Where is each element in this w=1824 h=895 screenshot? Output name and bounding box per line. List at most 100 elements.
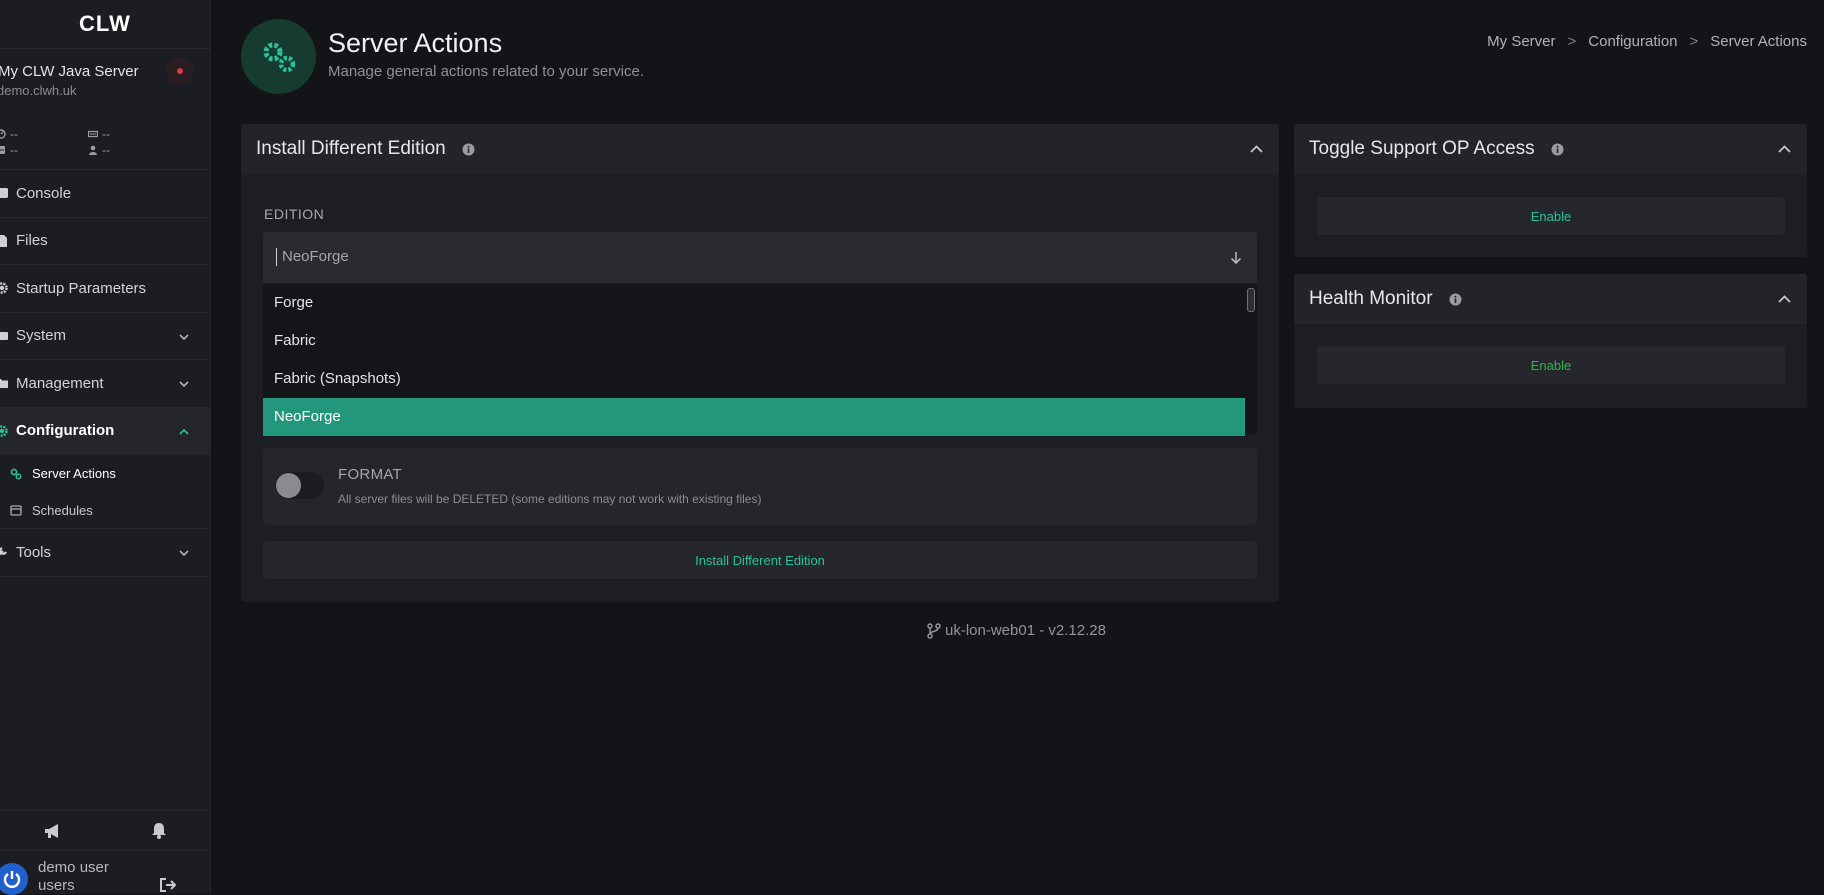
sidebar-item-files[interactable]: Files — [0, 218, 210, 265]
breadcrumb-item: Server Actions — [1710, 33, 1807, 50]
edition-option-neoforge[interactable]: NeoForge — [263, 398, 1245, 436]
gauge-icon — [0, 129, 6, 139]
chevron-up-icon[interactable] — [1778, 293, 1791, 306]
sidebar-footer-icons — [0, 811, 211, 851]
format-option: FORMAT All server files will be DELETED … — [263, 448, 1257, 525]
wrench-icon — [0, 546, 8, 558]
health-monitor-card: Health Monitor Enable — [1294, 274, 1807, 408]
version-text: uk-lon-web01 - v2.12.28 — [945, 622, 1106, 639]
file-icon — [0, 234, 8, 247]
format-description: All server files will be DELETED (some e… — [338, 492, 762, 506]
card-title: Install Different Edition — [256, 138, 446, 159]
memory-stat: -- — [88, 127, 184, 141]
sidebar-item-startup-parameters[interactable]: Startup Parameters — [0, 265, 210, 313]
server-host: demo.clwh.uk — [0, 83, 77, 98]
card-header[interactable]: Install Different Edition — [241, 124, 1279, 174]
avatar[interactable] — [0, 863, 28, 895]
sidebar-item-label: Configuration — [16, 422, 115, 440]
git-branch-icon — [927, 622, 941, 639]
power-icon — [3, 871, 21, 888]
server-status-indicator — [166, 57, 194, 85]
page-subtitle: Manage general actions related to your s… — [328, 63, 645, 80]
card-header[interactable]: Health Monitor — [1294, 274, 1807, 324]
gears-icon — [263, 42, 295, 72]
sidebar-item-label: System — [16, 327, 67, 345]
cpu-value: -- — [10, 127, 18, 141]
sidebar: CLW My CLW Java Server demo.clwh.uk -- -… — [0, 0, 211, 895]
edition-dropdown: Forge Fabric Fabric (Snapshots) NeoForge — [263, 284, 1257, 436]
enable-health-monitor-button[interactable]: Enable — [1317, 346, 1785, 384]
format-title: FORMAT — [338, 466, 403, 483]
sidebar-subitem-label: Schedules — [32, 502, 93, 518]
enable-support-op-button[interactable]: Enable — [1317, 197, 1785, 235]
user-name-line: demo user — [38, 859, 109, 876]
page-icon — [241, 19, 316, 94]
server-stats: -- -- -- -- — [0, 111, 210, 170]
edition-option-fabric-snapshots[interactable]: Fabric (Snapshots) — [263, 360, 1245, 398]
players-value: -- — [102, 143, 110, 157]
sidebar-item-label: Management — [16, 374, 104, 392]
info-icon[interactable] — [1449, 293, 1462, 306]
gear-icon — [0, 282, 8, 294]
chevron-down-icon — [179, 550, 189, 557]
edition-select[interactable]: NeoForge — [263, 232, 1257, 283]
install-edition-button[interactable]: Install Different Edition — [263, 541, 1257, 579]
sidebar-item-console[interactable]: Console — [0, 170, 210, 218]
card-title: Health Monitor — [1309, 288, 1433, 309]
sidebar-subitem-label: Server Actions — [32, 466, 116, 481]
logout-icon[interactable] — [159, 877, 177, 893]
toggle-knob — [276, 473, 301, 498]
card-header[interactable]: Toggle Support OP Access — [1294, 124, 1807, 174]
chevron-up-icon[interactable] — [1778, 143, 1791, 156]
user-icon — [89, 145, 97, 155]
info-icon[interactable] — [462, 143, 475, 156]
breadcrumb-item[interactable]: Configuration — [1588, 33, 1677, 50]
disk-value: -- — [10, 143, 18, 157]
page-header: Server Actions Manage general actions re… — [241, 0, 1807, 124]
disk-stat: -- — [0, 143, 92, 157]
edition-option-fabric[interactable]: Fabric — [263, 322, 1245, 360]
bell-icon[interactable] — [151, 822, 167, 839]
edition-label: EDITION — [264, 206, 325, 222]
breadcrumb-separator: > — [1567, 33, 1577, 50]
gear-icon — [0, 425, 8, 437]
user-role-line: users — [38, 877, 75, 894]
sidebar-item-label: Console — [16, 184, 72, 202]
breadcrumb-item[interactable]: My Server — [1487, 33, 1555, 50]
gears-icon — [10, 468, 22, 479]
sidebar-subitem-server-actions[interactable]: Server Actions — [0, 455, 210, 492]
folder-icon — [0, 377, 8, 389]
chevron-down-icon — [179, 381, 189, 388]
dropdown-scrollbar[interactable] — [1247, 288, 1255, 312]
disk-icon — [0, 146, 5, 154]
user-menu[interactable]: demo user users — [0, 851, 211, 895]
info-icon[interactable] — [1551, 143, 1564, 156]
edition-option-forge[interactable]: Forge — [263, 284, 1245, 322]
format-toggle[interactable] — [275, 472, 324, 499]
breadcrumb-separator: > — [1689, 33, 1699, 50]
support-op-card: Toggle Support OP Access Enable — [1294, 124, 1807, 257]
brand-logo[interactable]: CLW — [0, 0, 210, 49]
sidebar-item-system[interactable]: System — [0, 313, 210, 360]
page-title: Server Actions — [328, 28, 503, 58]
cpu-stat: -- — [0, 127, 92, 141]
version-footer: uk-lon-web01 - v2.12.28 — [927, 622, 1106, 639]
chevron-down-icon — [179, 333, 189, 340]
user-name: demo user users — [38, 859, 109, 895]
megaphone-icon[interactable] — [44, 823, 62, 839]
server-icon — [0, 330, 8, 342]
status-dot-icon — [177, 68, 183, 74]
arrow-down-icon — [1230, 252, 1242, 265]
install-edition-card: Install Different Edition EDITION NeoFor… — [241, 124, 1279, 602]
sidebar-item-configuration[interactable]: Configuration — [0, 407, 210, 455]
chevron-up-icon[interactable] — [1250, 143, 1263, 156]
sidebar-item-tools[interactable]: Tools — [0, 529, 210, 577]
breadcrumb: My Server > Configuration > Server Actio… — [1487, 33, 1807, 50]
sidebar-subitem-schedules[interactable]: Schedules — [0, 492, 210, 529]
main-content: Server Actions Manage general actions re… — [241, 0, 1807, 639]
sidebar-item-label: Files — [16, 232, 48, 250]
sidebar-footer: demo user users — [0, 810, 211, 895]
players-stat: -- — [88, 143, 184, 157]
chevron-up-icon — [179, 428, 189, 435]
sidebar-item-management[interactable]: Management — [0, 360, 210, 408]
